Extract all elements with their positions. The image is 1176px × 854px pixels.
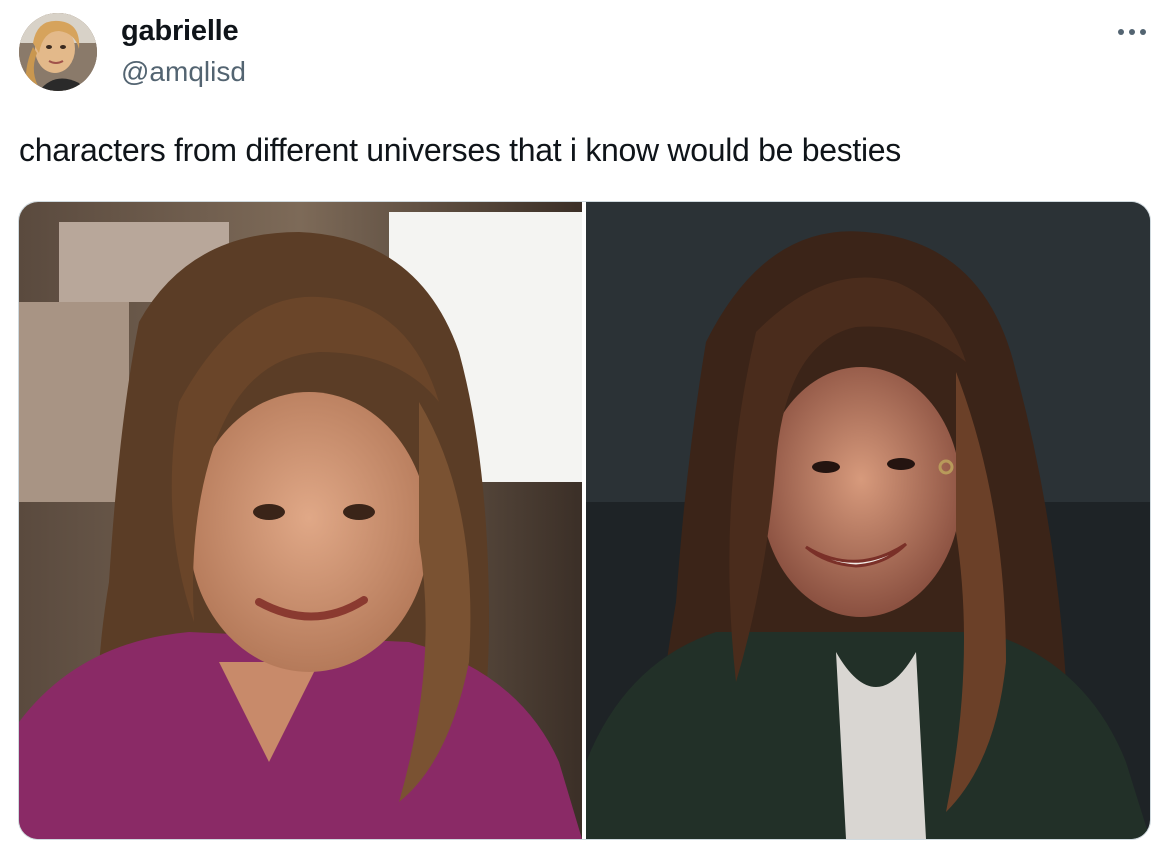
photo-right[interactable] bbox=[586, 202, 1150, 839]
more-horizontal-icon bbox=[1118, 29, 1146, 35]
media-grid bbox=[18, 201, 1151, 840]
tweet-card[interactable]: gabrielle @amqlisd characters from diffe… bbox=[0, 0, 1176, 854]
profile-photo-icon bbox=[19, 13, 97, 91]
more-options-button[interactable] bbox=[1110, 18, 1154, 46]
display-name[interactable]: gabrielle bbox=[121, 15, 239, 48]
photo-left[interactable] bbox=[19, 202, 582, 839]
photo-woman-magenta-top-icon bbox=[19, 202, 582, 839]
user-handle[interactable]: @amqlisd bbox=[121, 56, 246, 88]
photo-woman-night-smiling-icon bbox=[586, 202, 1150, 839]
avatar[interactable] bbox=[19, 13, 97, 91]
tweet-text: characters from different universes that… bbox=[19, 132, 901, 168]
